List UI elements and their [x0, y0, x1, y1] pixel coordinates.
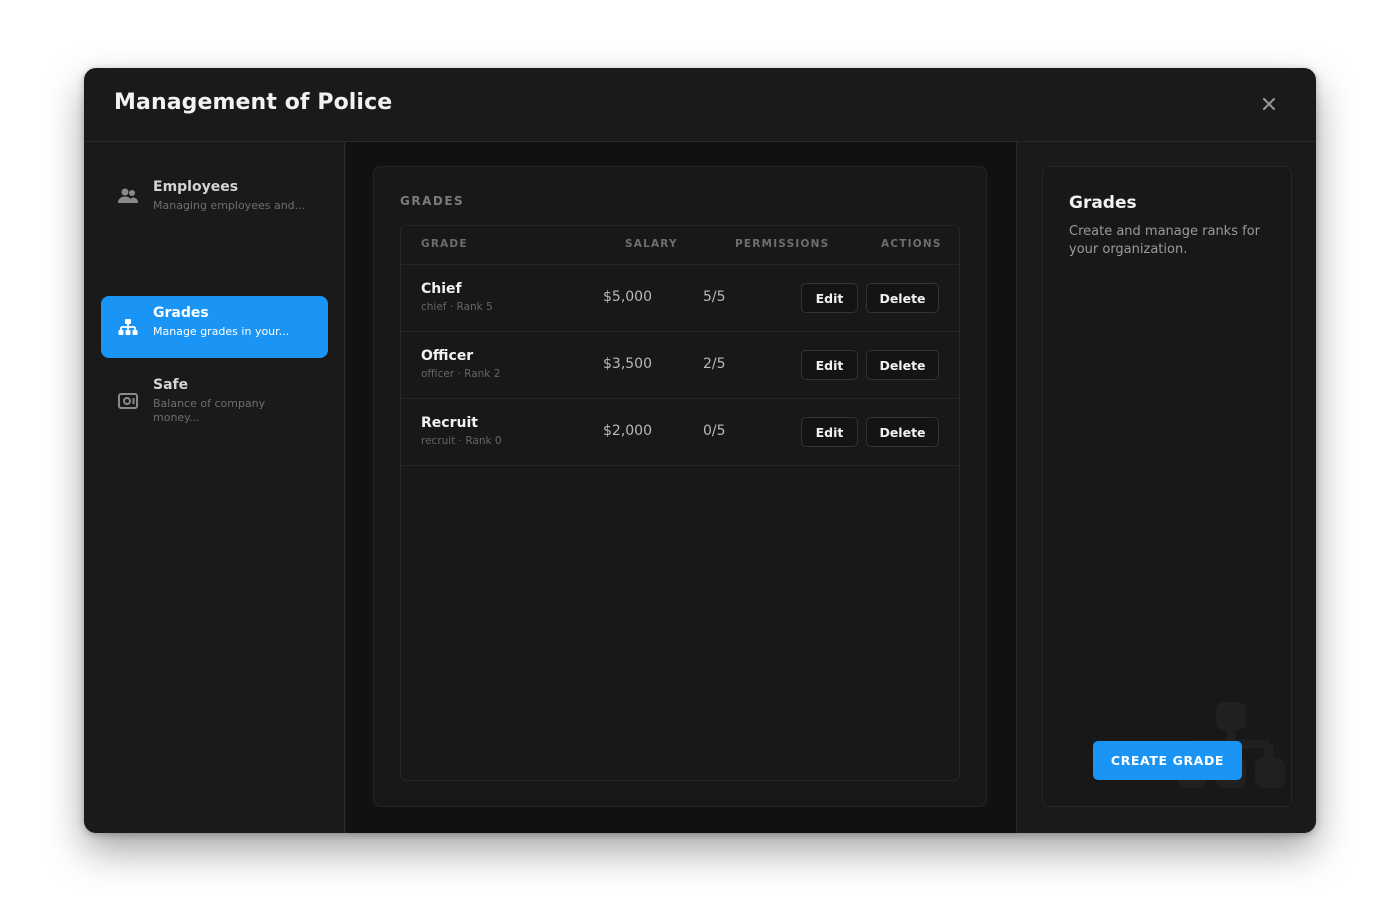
info-panel: Grades Create and manage ranks for your … — [1016, 142, 1316, 833]
grade-permissions: 0/5 — [703, 423, 726, 439]
table-row: Chief chief · Rank 5 $5,000 5/5 Edit Del… — [401, 265, 959, 332]
close-icon — [1263, 98, 1275, 110]
hierarchy-icon — [117, 316, 139, 338]
sidebar-item-label: Grades — [153, 305, 209, 321]
sidebar-item-grades[interactable]: Grades Manage grades in your... — [101, 296, 328, 358]
grade-name: Chief — [421, 281, 462, 297]
sidebar-item-description: Manage grades in your... — [153, 325, 290, 338]
table-row: Officer officer · Rank 2 $3,500 2/5 Edit… — [401, 332, 959, 399]
sidebar-item-label: Safe — [153, 377, 189, 393]
section-title: GRADES — [400, 194, 465, 208]
column-header-grade: GRADE — [421, 238, 468, 250]
grade-name: Officer — [421, 348, 474, 364]
sidebar-item-description: Balance of company money... — [153, 397, 266, 424]
safe-icon — [117, 390, 139, 412]
grade-meta: officer · Rank 2 — [421, 368, 501, 380]
edit-button[interactable]: Edit — [801, 417, 858, 447]
edit-button[interactable]: Edit — [801, 283, 858, 313]
modal-title: Management of Police — [114, 90, 393, 115]
main-content: GRADES GRADE SALARY PERMISSIONS ACTIONS … — [346, 142, 1016, 833]
grade-permissions: 2/5 — [703, 356, 726, 372]
grade-salary: $5,000 — [603, 289, 652, 305]
info-title: Grades — [1069, 193, 1137, 213]
users-icon — [117, 185, 139, 207]
grades-card: GRADES GRADE SALARY PERMISSIONS ACTIONS … — [373, 166, 987, 807]
modal-header: Management of Police — [84, 68, 1316, 142]
sidebar-item-description: Managing employees and... — [153, 199, 306, 212]
column-header-actions: ACTIONS — [881, 238, 942, 250]
grade-salary: $3,500 — [603, 356, 652, 372]
delete-button[interactable]: Delete — [866, 350, 939, 380]
delete-button[interactable]: Delete — [866, 417, 939, 447]
grade-meta: chief · Rank 5 — [421, 301, 493, 313]
column-header-salary: SALARY — [625, 238, 678, 250]
grade-permissions: 5/5 — [703, 289, 726, 305]
grades-table: GRADE SALARY PERMISSIONS ACTIONS Chief c… — [400, 225, 960, 781]
close-button[interactable] — [1260, 95, 1278, 113]
grade-salary: $2,000 — [603, 423, 652, 439]
management-modal: Management of Police Employees Managing … — [84, 68, 1316, 833]
create-grade-button[interactable]: CREATE GRADE — [1093, 741, 1242, 780]
grade-meta: recruit · Rank 0 — [421, 435, 502, 447]
column-header-permissions: PERMISSIONS — [735, 238, 830, 250]
sidebar-item-safe[interactable]: Safe Balance of company money... — [101, 368, 328, 434]
info-card: Grades Create and manage ranks for your … — [1042, 166, 1292, 807]
delete-button[interactable]: Delete — [866, 283, 939, 313]
sidebar-item-employees[interactable]: Employees Managing employees and... — [101, 170, 328, 222]
sidebar-item-label: Employees — [153, 179, 239, 195]
sidebar: Employees Managing employees and... Grad… — [84, 142, 345, 833]
info-description: Create and manage ranks for your organiz… — [1069, 224, 1260, 257]
grade-name: Recruit — [421, 415, 478, 431]
edit-button[interactable]: Edit — [801, 350, 858, 380]
table-row: Recruit recruit · Rank 0 $2,000 0/5 Edit… — [401, 399, 959, 466]
